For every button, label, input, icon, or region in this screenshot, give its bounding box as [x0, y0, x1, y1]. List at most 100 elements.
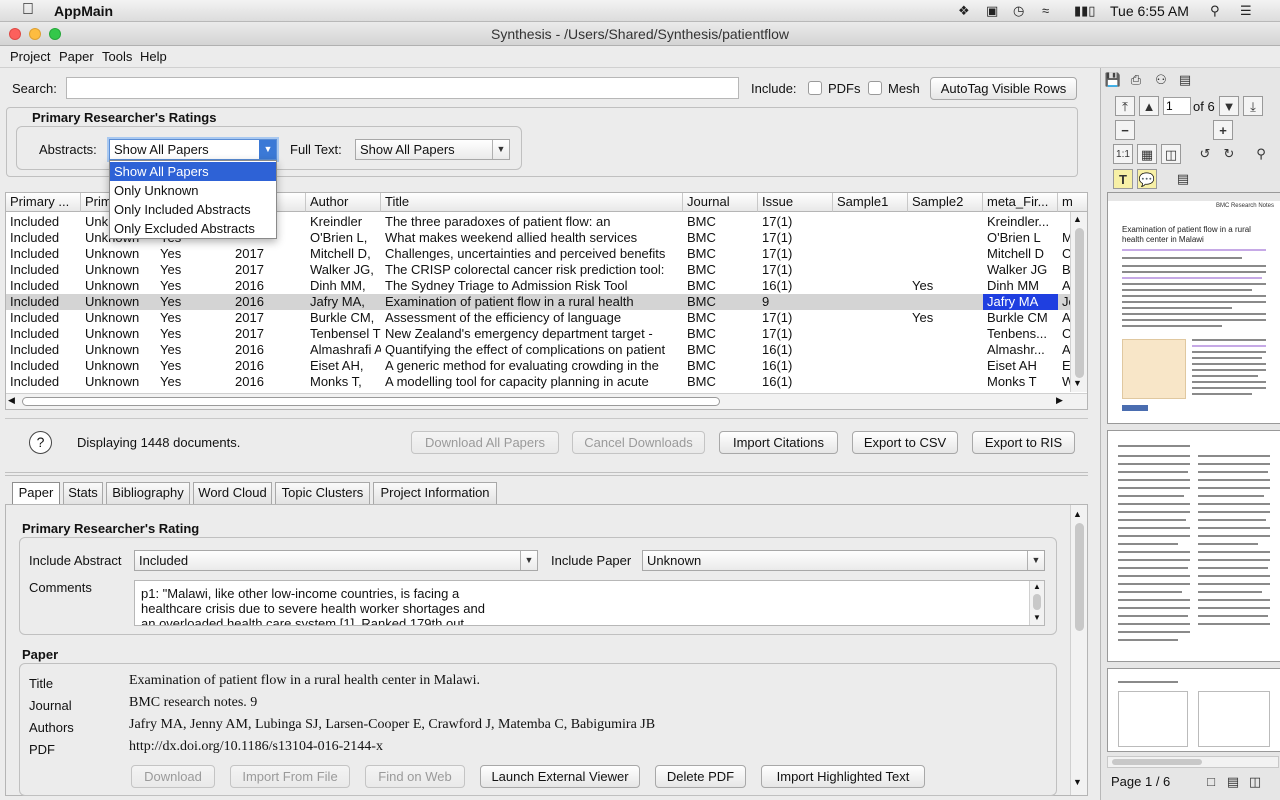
- table-hscroll-thumb[interactable]: [22, 397, 720, 406]
- rotate-left-icon[interactable]: ↺: [1195, 144, 1215, 164]
- battery-icon[interactable]: ▮▮▯: [1074, 3, 1095, 19]
- menu-help[interactable]: Help: [140, 49, 167, 64]
- page-number-input[interactable]: [1163, 97, 1191, 115]
- import-highlighted-text-button[interactable]: Import Highlighted Text: [761, 765, 925, 788]
- tab-stats[interactable]: Stats: [63, 482, 103, 504]
- pages-icon[interactable]: ▤: [1173, 169, 1193, 189]
- import-from-file-button[interactable]: Import From File: [230, 765, 350, 788]
- download-button[interactable]: Download: [131, 765, 215, 788]
- magnifier-icon[interactable]: ⚲: [1251, 144, 1271, 164]
- scroll-down-icon[interactable]: ▼: [1073, 378, 1082, 388]
- menu-paper[interactable]: Paper: [59, 49, 94, 64]
- rotate-right-icon[interactable]: ↻: [1219, 144, 1239, 164]
- previous-page-icon[interactable]: ▲: [1139, 96, 1159, 116]
- print-icon[interactable]: ⎙: [1126, 70, 1146, 90]
- facing-pages-icon[interactable]: ◫: [1245, 772, 1265, 792]
- import-citations-button[interactable]: Import Citations: [719, 431, 838, 454]
- include-paper-select[interactable]: Unknown ▼: [642, 550, 1045, 571]
- actual-size-icon[interactable]: 1:1: [1113, 144, 1133, 164]
- download-all-papers-button[interactable]: Download All Papers: [411, 431, 559, 454]
- detail-vscroll-thumb[interactable]: [1075, 523, 1084, 631]
- detail-vertical-scrollbar[interactable]: ▲ ▼: [1070, 505, 1087, 795]
- scroll-left-icon[interactable]: ◀: [8, 395, 15, 406]
- column-header[interactable]: Journal: [683, 193, 758, 212]
- pdf-page-thumbnail[interactable]: [1107, 430, 1280, 662]
- pdfs-checkbox[interactable]: [808, 81, 822, 95]
- scroll-down-icon[interactable]: ▼: [1033, 613, 1041, 622]
- option-only-excluded-abstracts[interactable]: Only Excluded Abstracts: [110, 219, 276, 238]
- fulltext-filter-select[interactable]: Show All Papers ▼: [355, 139, 510, 160]
- column-header[interactable]: Title: [381, 193, 683, 212]
- tab-project-information[interactable]: Project Information: [373, 482, 497, 504]
- scroll-down-icon[interactable]: ▼: [1073, 777, 1082, 787]
- table-row[interactable]: Included Unknown Yes 2017 Tenbensel T New Zea…: [6, 326, 1074, 342]
- next-page-icon[interactable]: ▼: [1219, 96, 1239, 116]
- pdf-link[interactable]: http://dx.doi.org/10.1186/s13104-016-214…: [129, 739, 383, 755]
- column-header[interactable]: meta_Fir...: [983, 193, 1058, 212]
- save-icon[interactable]: 💾: [1103, 70, 1123, 90]
- last-page-icon[interactable]: ⤓: [1243, 96, 1263, 116]
- zoom-in-icon[interactable]: +: [1213, 120, 1233, 140]
- delete-pdf-button[interactable]: Delete PDF: [655, 765, 746, 788]
- find-icon[interactable]: ⚇: [1151, 70, 1171, 90]
- column-header[interactable]: m: [1058, 193, 1087, 212]
- abstracts-filter-select[interactable]: Show All Papers ▼: [109, 139, 277, 160]
- option-only-included-abstracts[interactable]: Only Included Abstracts: [110, 200, 276, 219]
- search-input[interactable]: [66, 77, 739, 99]
- table-vscroll-thumb[interactable]: [1075, 228, 1084, 378]
- launch-external-viewer-button[interactable]: Launch External Viewer: [480, 765, 640, 788]
- pdf-hscroll-thumb[interactable]: [1112, 759, 1202, 765]
- comments-textarea[interactable]: p1: "Malawi, like other low-income count…: [134, 580, 1045, 626]
- single-page-view-icon[interactable]: □: [1201, 772, 1221, 792]
- wifi-icon[interactable]: ≈: [1042, 3, 1049, 18]
- menu-project[interactable]: Project: [10, 49, 50, 64]
- spotlight-icon[interactable]: ⚲: [1210, 3, 1220, 19]
- scroll-up-icon[interactable]: ▲: [1073, 509, 1082, 519]
- table-vertical-scrollbar[interactable]: ▲ ▼: [1070, 212, 1087, 392]
- table-row[interactable]: Included Unknown Yes 2016 Eiset AH, A generic…: [6, 358, 1075, 374]
- split-pane-divider[interactable]: [5, 472, 1088, 476]
- column-header[interactable]: Primary ...: [6, 193, 81, 212]
- table-row[interactable]: Included Unknown Yes 2016 Jafry MA, Examinati…: [6, 294, 1076, 310]
- comments-scrollbar[interactable]: ▲ ▼: [1029, 581, 1044, 625]
- apple-icon[interactable]: : [22, 1, 34, 19]
- document-icon[interactable]: ▤: [1175, 70, 1195, 90]
- table-row[interactable]: Included Unknown Yes 2016 Almashrafi A Quanti…: [6, 342, 1071, 358]
- table-row[interactable]: Included Unknown Yes 2016 Monks T, A modellin…: [6, 374, 1074, 390]
- comments-scroll-thumb[interactable]: [1033, 594, 1041, 610]
- scroll-right-icon[interactable]: ▶: [1056, 395, 1063, 406]
- tab-topic-clusters[interactable]: Topic Clusters: [275, 482, 370, 504]
- dropbox-icon[interactable]: ❖: [958, 3, 970, 19]
- scroll-up-icon[interactable]: ▲: [1033, 582, 1041, 591]
- column-header[interactable]: Issue: [758, 193, 833, 212]
- first-page-icon[interactable]: ⤒: [1115, 96, 1135, 116]
- table-row[interactable]: Included Unknown Yes 2017 Mitchell D, Challen…: [6, 246, 1071, 262]
- autotag-visible-rows-button[interactable]: AutoTag Visible Rows: [930, 77, 1077, 100]
- export-csv-button[interactable]: Export to CSV: [852, 431, 958, 454]
- mesh-checkbox[interactable]: [868, 81, 882, 95]
- menubar-clock[interactable]: Tue 6:55 AM: [1110, 3, 1189, 19]
- zoom-out-icon[interactable]: −: [1115, 120, 1135, 140]
- continuous-view-icon[interactable]: ▤: [1223, 772, 1243, 792]
- help-icon[interactable]: ?: [29, 431, 52, 454]
- table-row[interactable]: Included Unknown Yes 2016 Dinh MM, The Sydney…: [6, 278, 1071, 294]
- option-only-unknown[interactable]: Only Unknown: [110, 181, 276, 200]
- find-on-web-button[interactable]: Find on Web: [365, 765, 465, 788]
- screen-icon[interactable]: ▣: [986, 3, 998, 19]
- table-row[interactable]: Included Unknown Yes 2017 Burkle CM, Assessme…: [6, 310, 1071, 326]
- option-show-all-papers[interactable]: Show All Papers: [110, 162, 276, 181]
- pdf-page-thumbnail[interactable]: [1107, 668, 1280, 752]
- include-abstract-select[interactable]: Included ▼: [134, 550, 538, 571]
- column-header[interactable]: Sample1: [833, 193, 908, 212]
- pdf-page-thumbnail[interactable]: BMC Research Notes Examination of patien…: [1107, 192, 1280, 424]
- tab-bibliography[interactable]: Bibliography: [106, 482, 190, 504]
- export-ris-button[interactable]: Export to RIS: [972, 431, 1075, 454]
- pdf-horizontal-scrollbar[interactable]: [1107, 756, 1279, 768]
- table-row[interactable]: Included Unknown Yes 2017 Walker JG, The CRIS…: [6, 262, 1074, 278]
- scroll-up-icon[interactable]: ▲: [1073, 214, 1082, 224]
- fit-page-icon[interactable]: ▦: [1137, 144, 1157, 164]
- tab-word-cloud[interactable]: Word Cloud: [193, 482, 272, 504]
- table-horizontal-scrollbar[interactable]: ◀ ▶: [6, 393, 1087, 409]
- comment-icon[interactable]: 💬: [1137, 169, 1157, 189]
- time-machine-icon[interactable]: ◷: [1013, 3, 1024, 19]
